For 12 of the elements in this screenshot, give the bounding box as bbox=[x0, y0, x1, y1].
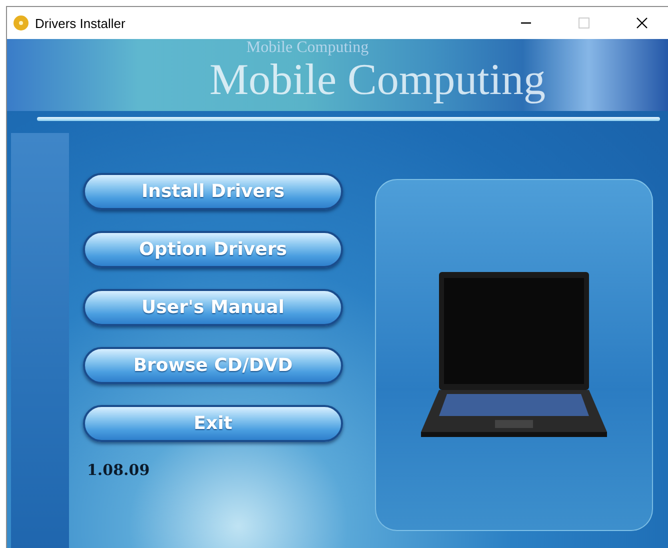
banner-title: Mobile Computing bbox=[209, 57, 546, 103]
maximize-icon bbox=[578, 17, 590, 29]
menu-button[interactable]: User's Manual bbox=[83, 289, 343, 326]
menu-button[interactable]: Exit bbox=[83, 405, 343, 442]
menu-button[interactable]: Browse CD/DVD bbox=[83, 347, 343, 384]
menu-button[interactable]: Option Drivers bbox=[83, 231, 343, 268]
window-title: Drivers Installer bbox=[35, 16, 126, 30]
banner-caption: Mobile Computing bbox=[246, 39, 369, 57]
version-label: 1.08.09 bbox=[87, 461, 151, 479]
close-icon bbox=[636, 17, 648, 29]
disc-icon bbox=[13, 15, 29, 31]
menu-button[interactable]: Install Drivers bbox=[83, 173, 343, 210]
